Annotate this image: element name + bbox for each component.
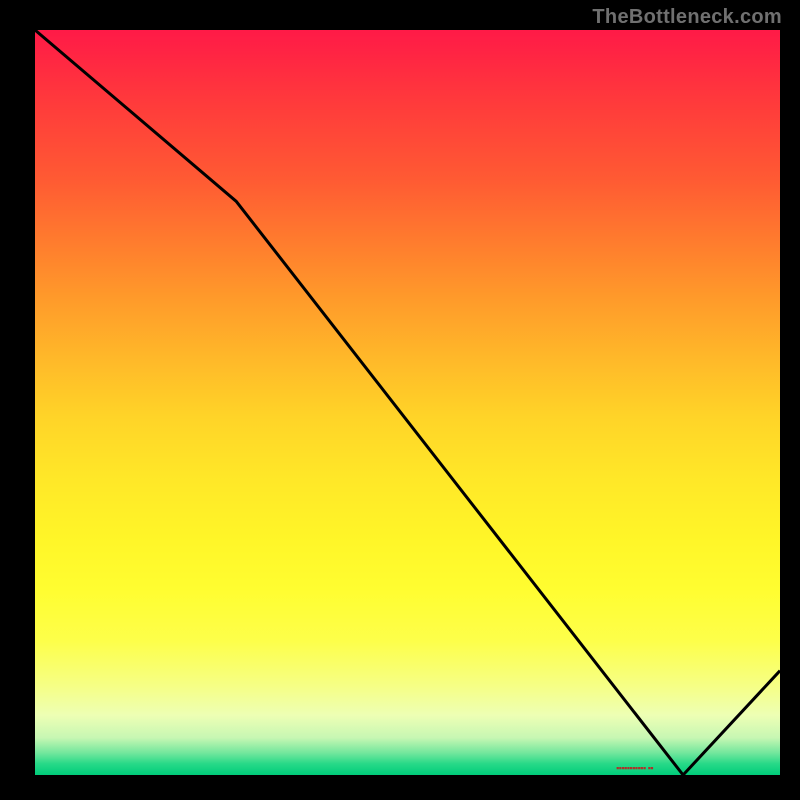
attribution-text: TheBottleneck.com	[592, 6, 782, 29]
chart-container: TheBottleneck.com ▪▪▪▪▪▪▪▪▪▪▪ ▪▪	[0, 0, 800, 800]
minimum-marker: ▪▪▪▪▪▪▪▪▪▪▪ ▪▪	[616, 763, 691, 773]
data-line	[35, 30, 780, 775]
